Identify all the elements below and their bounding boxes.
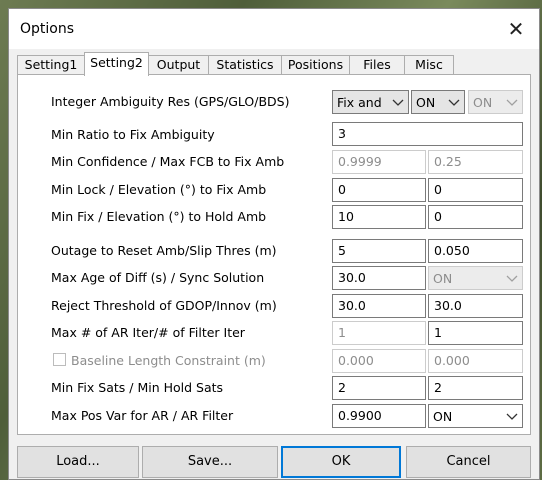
ar-filter-select[interactable]: ON [428,404,523,428]
min-conf-label: Min Confidence / Max FCB to Fix Amb [51,154,285,169]
ar-filter-value: ON [433,409,453,424]
tab-statistics[interactable]: Statistics [208,55,282,75]
reject-innov-input[interactable]: 30.0 [428,294,523,318]
min-lock-input[interactable]: 0 [332,178,426,202]
tab-positions[interactable]: Positions [281,55,350,75]
min-ratio-label: Min Ratio to Fix Ambiguity [51,127,215,142]
ar-iter-input: 1 [332,321,426,345]
max-pos-var-input[interactable]: 0.9900 [332,404,426,428]
options-dialog: Options ✕ Setting1 Setting2 Output Stati… [8,8,540,480]
chevron-down-icon [506,99,518,106]
chevron-down-icon [392,99,404,106]
outage-label: Outage to Reset Amb/Slip Thres (m) [51,243,277,258]
dialog-title: Options [20,21,75,37]
gps-ar-select[interactable]: Fix and Hold [332,90,409,114]
max-age-label: Max Age of Diff (s) / Sync Solution [51,270,265,285]
setting2-panel: Integer Ambiguity Res (GPS/GLO/BDS) Fix … [17,74,531,435]
chevron-down-icon [506,275,518,282]
pos-var-label: Max Pos Var for AR / AR Filter [51,408,234,423]
tab-setting2[interactable]: Setting2 [84,52,149,76]
tab-output[interactable]: Output [148,55,209,75]
reject-gdop-input[interactable]: 30.0 [332,294,426,318]
load-button[interactable]: Load... [17,446,139,478]
baseline-label: Baseline Length Constraint (m) [71,353,266,368]
save-button[interactable]: Save... [142,446,278,478]
close-icon[interactable]: ✕ [493,9,539,49]
chevron-down-icon [506,413,518,420]
min-lock-label: Min Lock / Elevation (°) to Fix Amb [51,182,267,197]
title-bar: Options ✕ [9,9,539,49]
min-fix-sats-input[interactable]: 2 [332,376,426,400]
bds-ar-select: ON [468,90,523,114]
ok-button[interactable]: OK [281,446,401,478]
tab-misc[interactable]: Misc [404,55,454,75]
min-hold-sats-input[interactable]: 2 [428,376,523,400]
min-conf-input: 0.9999 [332,150,426,174]
sync-solution-select: ON [428,266,523,290]
sync-solution-value: ON [433,271,453,286]
outage-input[interactable]: 5 [332,239,426,263]
slip-thres-input[interactable]: 0.050 [428,239,523,263]
tab-files[interactable]: Files [349,55,405,75]
cancel-button[interactable]: Cancel [406,446,531,478]
chevron-down-icon [448,99,460,106]
tab-setting1[interactable]: Setting1 [17,55,85,75]
ambiguity-label: Integer Ambiguity Res (GPS/GLO/BDS) [51,94,290,109]
min-ratio-input[interactable]: 3 [332,122,523,146]
gps-ar-value: Fix and Hold [337,95,386,110]
fix-sats-label: Min Fix Sats / Min Hold Sats [51,380,224,395]
min-fix-label: Min Fix / Elevation (°) to Hold Amb [51,209,267,224]
filter-iter-input[interactable]: 1 [428,321,523,345]
reject-label: Reject Threshold of GDOP/Innov (m) [51,298,277,313]
ar-iter-label: Max # of AR Iter/# of Filter Iter [51,325,245,340]
glo-ar-value: ON [416,95,436,110]
baseline-length-input: 0.000 [332,349,426,373]
max-age-input[interactable]: 30.0 [332,266,426,290]
baseline-sigma-input: 0.000 [428,349,523,373]
hold-elevation-input[interactable]: 0 [428,205,523,229]
bds-ar-value: ON [473,95,493,110]
max-fcb-input: 0.25 [428,150,523,174]
min-fix-input[interactable]: 10 [332,205,426,229]
baseline-checkbox[interactable] [53,353,66,366]
lock-elevation-input[interactable]: 0 [428,178,523,202]
glo-ar-select[interactable]: ON [411,90,465,114]
